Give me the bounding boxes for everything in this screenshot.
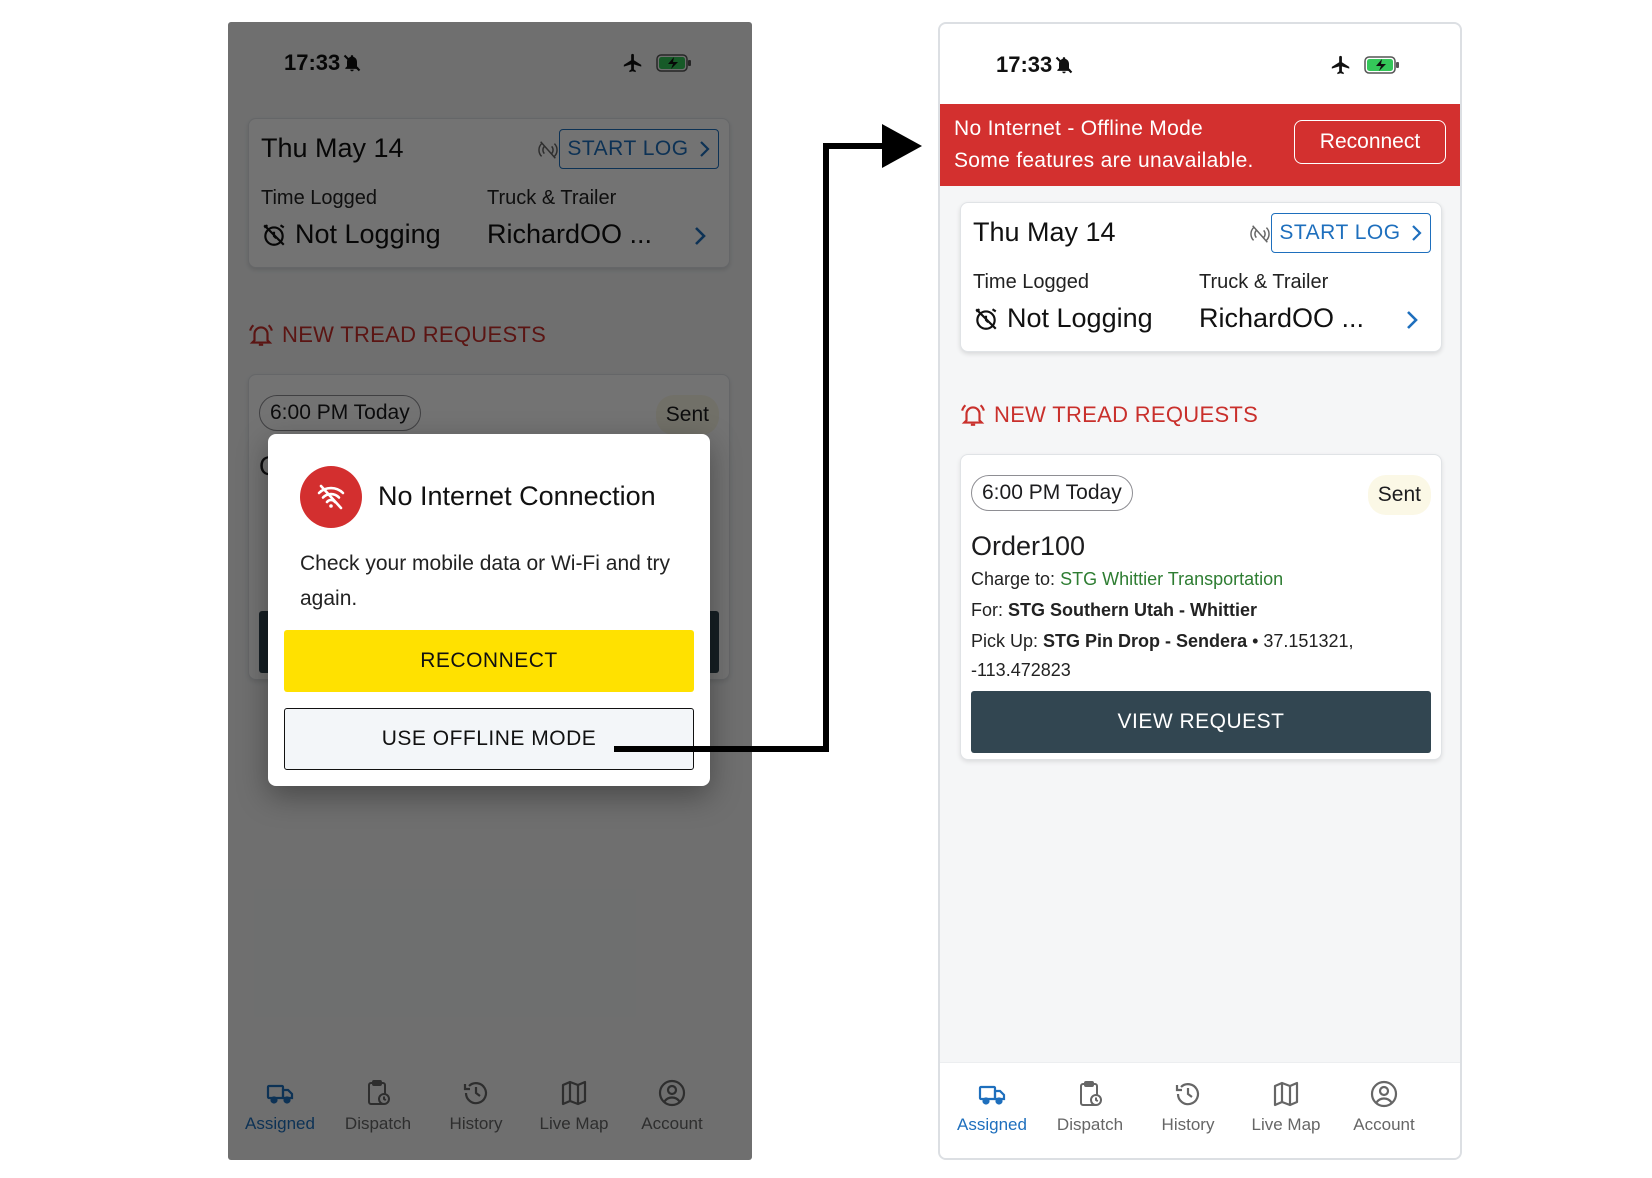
bell-ring-icon	[961, 404, 985, 426]
offline-banner-title: No Internet - Offline Mode	[954, 117, 1204, 140]
nav-account[interactable]: Account	[1332, 1079, 1436, 1135]
charge-to-line: Charge to: STG Whittier Transportation	[971, 569, 1283, 590]
clipboard-clock-icon	[1080, 1081, 1102, 1106]
pickup-line: Pick Up: STG Pin Drop - Sendera • 37.151…	[971, 631, 1353, 652]
chevron-right-icon	[1411, 225, 1422, 241]
for-line: For: STG Southern Utah - Whittier	[971, 600, 1257, 621]
dialog-body: Check your mobile data or Wi-Fi and try …	[300, 552, 670, 610]
offline-banner-subtitle: Some features are unavailable.	[954, 149, 1254, 172]
nav-label: Account	[1353, 1115, 1415, 1134]
for-value: STG Southern Utah - Whittier	[1008, 600, 1258, 620]
nav-label: Dispatch	[1056, 1115, 1124, 1134]
charge-value-link[interactable]: STG Whittier Transportation	[1060, 569, 1283, 589]
view-request-button[interactable]: VIEW REQUEST	[971, 691, 1431, 753]
phone-screen-offline: 17:33 No Internet - Offline Mode Some fe…	[938, 22, 1462, 1160]
bottom-nav: Assigned Dispatch History Live Map Accou…	[940, 1062, 1460, 1158]
charge-label: Charge to:	[971, 569, 1056, 589]
nav-live-map[interactable]: Live Map	[1234, 1079, 1338, 1135]
use-offline-mode-button[interactable]: USE OFFLINE MODE	[284, 708, 694, 770]
section-heading: NEW TREAD REQUESTS	[960, 402, 1258, 428]
airplane-icon	[1331, 55, 1350, 75]
time-logged-label: Time Logged	[973, 271, 1089, 293]
no-signal-icon	[1250, 225, 1270, 243]
dialog-title: No Internet Connection	[378, 481, 656, 511]
section-title: NEW TREAD REQUESTS	[994, 402, 1259, 427]
phone-screen-dialog: 17:33 Thu May 14 START LOG Time Logged N…	[228, 22, 752, 1160]
order-title: Order100	[971, 531, 1086, 561]
nav-history[interactable]: History	[1136, 1079, 1240, 1135]
pickup-label: Pick Up:	[971, 631, 1039, 651]
status-bar: 17:33	[940, 24, 1460, 104]
banner-reconnect-button[interactable]: Reconnect	[1294, 120, 1446, 164]
account-icon	[1370, 1080, 1398, 1108]
reconnect-button[interactable]: RECONNECT	[284, 630, 694, 692]
request-time-chip: 6:00 PM Today	[971, 475, 1133, 511]
truck-icon	[978, 1085, 1006, 1105]
truck-trailer-label: Truck & Trailer	[1199, 271, 1329, 293]
wifi-off-icon	[300, 466, 362, 528]
start-log-button[interactable]: START LOG	[1271, 213, 1431, 253]
nav-label: Assigned	[957, 1115, 1027, 1134]
bell-off-icon	[1055, 56, 1073, 74]
alarm-off-icon	[975, 308, 997, 330]
map-icon	[1273, 1081, 1299, 1107]
pickup-coords: • 37.151321,	[1252, 631, 1354, 651]
nav-label: Live Map	[1251, 1115, 1321, 1134]
pickup-value: STG Pin Drop - Sendera	[1043, 631, 1248, 651]
for-label: For:	[971, 600, 1004, 620]
request-card: 6:00 PM Today Sent Order100 Charge to: S…	[960, 454, 1442, 760]
history-icon	[1175, 1083, 1200, 1106]
no-internet-dialog: No Internet Connection Check your mobile…	[268, 434, 710, 786]
truck-trailer-value[interactable]: RichardOO ...	[1199, 303, 1364, 334]
battery-charging-icon	[1364, 56, 1399, 74]
nav-dispatch[interactable]: Dispatch	[1038, 1079, 1142, 1135]
start-log-label: START LOG	[1279, 221, 1401, 244]
status-time: 17:33	[996, 52, 1053, 77]
chevron-right-icon[interactable]	[1405, 309, 1419, 331]
log-card: Thu May 14 START LOG Time Logged Not Log…	[960, 202, 1442, 352]
status-badge: Sent	[1367, 475, 1431, 515]
nav-assigned[interactable]: Assigned	[940, 1079, 1044, 1135]
pickup-coords-line: -113.472823	[971, 660, 1071, 680]
time-logged-value: Not Logging	[1007, 303, 1153, 333]
nav-label: History	[1161, 1115, 1215, 1134]
log-date: Thu May 14	[973, 217, 1116, 247]
offline-banner: No Internet - Offline Mode Some features…	[940, 104, 1460, 186]
